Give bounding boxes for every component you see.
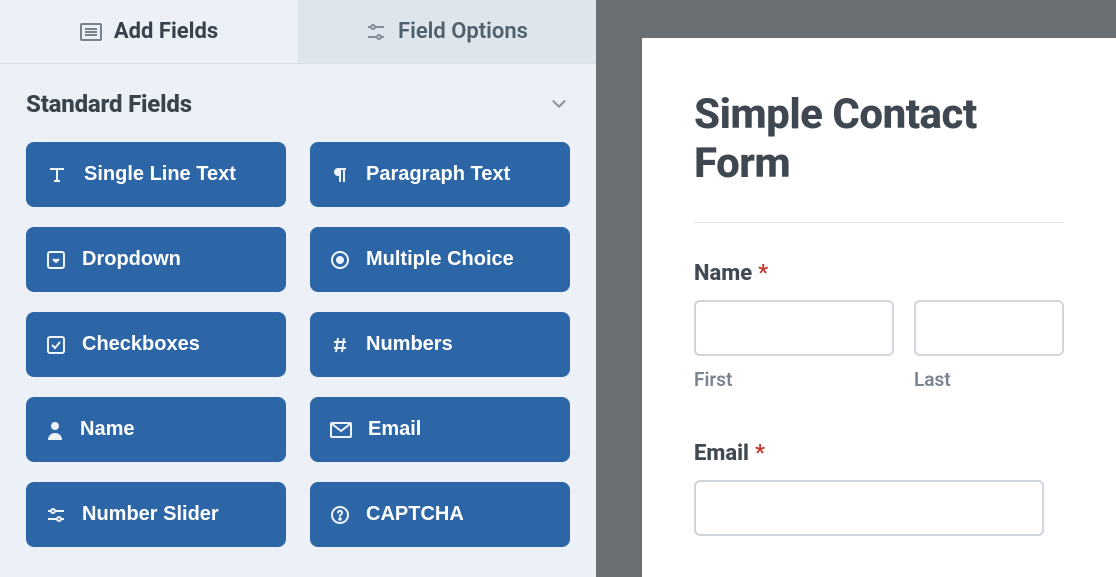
field-email[interactable]: Email <box>310 397 570 462</box>
field-label: Numbers <box>366 333 453 356</box>
field-label: Email <box>368 418 421 441</box>
section-header[interactable]: Standard Fields <box>26 90 570 118</box>
first-sublabel: First <box>694 368 894 391</box>
email-input[interactable] <box>694 480 1044 536</box>
form-preview[interactable]: Simple Contact Form Name * First Last <box>642 38 1116 577</box>
field-single-line-text[interactable]: Single Line Text <box>26 142 286 207</box>
text-cursor-icon <box>46 165 68 185</box>
user-icon <box>46 420 64 440</box>
field-label: Paragraph Text <box>366 163 510 186</box>
tab-label: Field Options <box>398 19 528 44</box>
field-label: Name <box>80 418 134 441</box>
field-multiple-choice[interactable]: Multiple Choice <box>310 227 570 292</box>
tab-field-options[interactable]: Field Options <box>298 0 596 64</box>
first-name-input[interactable] <box>694 300 894 356</box>
field-label: Multiple Choice <box>366 248 514 271</box>
field-label: CAPTCHA <box>366 503 464 526</box>
field-captcha[interactable]: CAPTCHA <box>310 482 570 547</box>
field-label: Single Line Text <box>84 163 236 186</box>
field-numbers[interactable]: Numbers <box>310 312 570 377</box>
hash-icon <box>330 335 350 355</box>
field-label: Checkboxes <box>82 333 200 356</box>
required-asterisk: * <box>755 441 765 466</box>
field-label: Dropdown <box>82 248 181 271</box>
fields-sidebar: Add Fields Field Options Standard Fields <box>0 0 596 577</box>
form-canvas: Simple Contact Form Name * First Last <box>596 0 1116 577</box>
paragraph-icon <box>330 165 350 185</box>
tab-add-fields[interactable]: Add Fields <box>0 0 298 64</box>
sidebar-tabs: Add Fields Field Options <box>0 0 596 64</box>
tab-label: Add Fields <box>114 19 218 44</box>
list-icon <box>80 23 102 41</box>
divider <box>694 222 1064 223</box>
field-checkboxes[interactable]: Checkboxes <box>26 312 286 377</box>
sliders-icon <box>46 506 66 524</box>
preview-email-field[interactable]: Email * <box>694 441 1064 536</box>
question-icon <box>330 505 350 525</box>
name-label-row: Name * <box>694 261 1064 286</box>
field-name[interactable]: Name <box>26 397 286 462</box>
section-title: Standard Fields <box>26 90 192 118</box>
checkbox-icon <box>46 335 66 355</box>
name-inputs-row: First Last <box>694 300 1064 391</box>
field-grid: Single Line Text Paragraph Text Dropdown <box>26 142 570 547</box>
form-builder: Add Fields Field Options Standard Fields <box>0 0 1116 577</box>
standard-fields-section: Standard Fields Single Line Text Para <box>0 64 596 547</box>
form-title: Simple Contact Form <box>694 90 1064 188</box>
email-label-row: Email * <box>694 441 1064 466</box>
field-label: Number Slider <box>82 503 219 526</box>
preview-name-field[interactable]: Name * First Last <box>694 261 1064 391</box>
required-asterisk: * <box>758 261 768 286</box>
last-name-input[interactable] <box>914 300 1064 356</box>
dropdown-icon <box>46 250 66 270</box>
name-label: Name <box>694 261 752 286</box>
field-number-slider[interactable]: Number Slider <box>26 482 286 547</box>
field-dropdown[interactable]: Dropdown <box>26 227 286 292</box>
last-sublabel: Last <box>914 368 1064 391</box>
radio-icon <box>330 250 350 270</box>
email-label: Email <box>694 441 749 466</box>
sliders-icon <box>366 23 386 41</box>
chevron-down-icon <box>548 93 570 115</box>
field-paragraph-text[interactable]: Paragraph Text <box>310 142 570 207</box>
envelope-icon <box>330 422 352 438</box>
